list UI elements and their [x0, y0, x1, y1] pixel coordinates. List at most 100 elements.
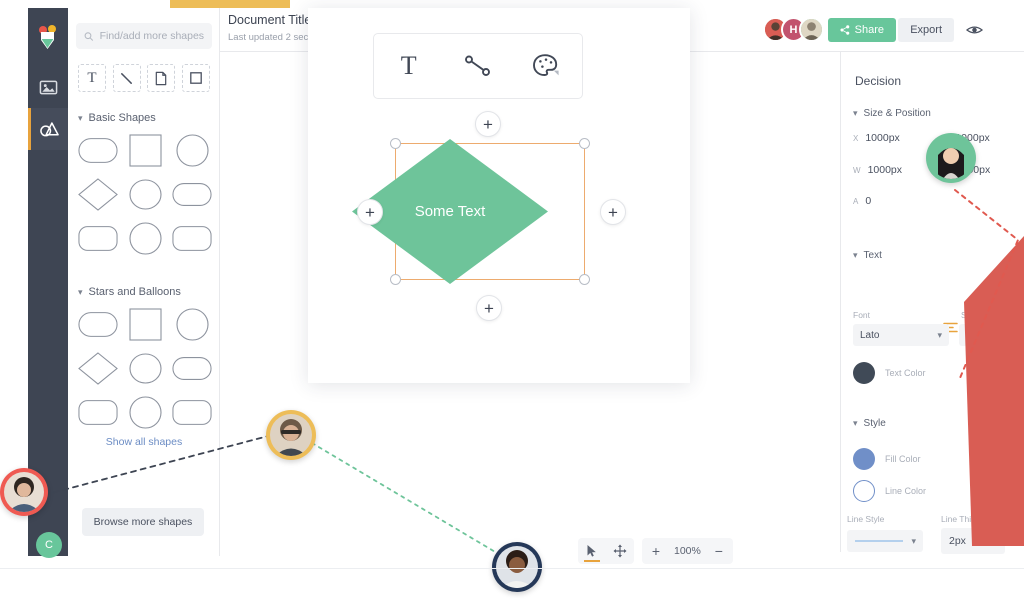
eye-icon — [965, 26, 983, 34]
page-title[interactable]: Document Title — [228, 13, 311, 27]
text-color-row[interactable]: Text Color — [853, 362, 926, 384]
search-icon — [84, 31, 94, 41]
add-shape-right[interactable]: + — [600, 199, 626, 225]
shape-diamond[interactable] — [78, 350, 118, 386]
select-tool[interactable] — [578, 538, 606, 564]
shape-rounded-rect[interactable] — [78, 394, 118, 430]
shape-rounded-rect[interactable] — [172, 394, 212, 430]
chevron-down-icon: ▾ — [853, 250, 858, 260]
line-color-swatch[interactable] — [853, 480, 875, 502]
quick-tool-text[interactable]: T — [78, 64, 106, 92]
sidebar-item-shapes[interactable] — [28, 108, 68, 150]
chevron-down-icon: ▾ — [78, 112, 83, 123]
field-x[interactable]: X 1000px — [853, 132, 900, 144]
font-label: Font — [853, 310, 871, 320]
shape-rounded-rect[interactable] — [172, 220, 212, 256]
resize-handle-br[interactable] — [579, 274, 590, 285]
line-style-select[interactable]: ▾ — [847, 530, 923, 552]
shape-circle[interactable] — [125, 394, 165, 430]
shape-diamond[interactable] — [78, 176, 118, 212]
app-logo[interactable] — [28, 18, 68, 58]
shape-circle[interactable] — [125, 220, 165, 256]
shape-rounded-rect[interactable] — [78, 220, 118, 256]
fill-color-swatch[interactable] — [853, 448, 875, 470]
avatar[interactable] — [799, 17, 824, 42]
shape-square[interactable] — [125, 306, 165, 342]
field-label: A — [853, 197, 859, 206]
avatar-photo-icon — [270, 414, 312, 456]
preview-button[interactable] — [962, 18, 986, 42]
add-shape-left[interactable]: + — [357, 199, 383, 225]
line-thickness-input[interactable]: 2px — [941, 528, 1005, 554]
section-header-size-position[interactable]: ▾ Size & Position — [853, 108, 931, 119]
tool-group — [578, 538, 634, 564]
avatar — [930, 137, 972, 179]
font-size-value: 12 — [966, 329, 978, 341]
field-w[interactable]: W 1000px — [853, 164, 902, 176]
shape-row — [78, 394, 212, 430]
quick-tool-line[interactable] — [112, 64, 141, 92]
add-shape-top[interactable]: + — [475, 111, 501, 137]
move-icon — [613, 544, 627, 558]
app-root: T ▾ Basic Shapes — [0, 0, 1024, 602]
share-icon — [840, 25, 849, 35]
user-badge[interactable]: C — [36, 532, 62, 558]
shape-row — [78, 350, 212, 386]
section-header-stars-balloons[interactable]: ▾ Stars and Balloons — [78, 286, 181, 298]
font-select[interactable]: Lato ▾ — [853, 324, 949, 346]
shape-row — [78, 176, 212, 212]
zoom-in-button[interactable]: + — [642, 538, 670, 564]
shape-circle[interactable] — [125, 350, 165, 386]
shape-rounded-rect[interactable] — [172, 350, 212, 386]
collab-cursor-navy[interactable] — [492, 542, 542, 592]
field-value: 0 — [865, 195, 872, 207]
quick-tool-note[interactable] — [147, 64, 176, 92]
shape-rounded-rect[interactable] — [78, 132, 118, 168]
shape-circle[interactable] — [172, 132, 212, 168]
shape-library-panel: T ▾ Basic Shapes — [68, 8, 220, 556]
font-size-select[interactable]: 12 ▾ — [959, 324, 1007, 346]
collab-cursor-yellow[interactable] — [266, 410, 316, 460]
resize-handle-tr[interactable] — [579, 138, 590, 149]
field-angle[interactable]: A 0 — [853, 195, 871, 207]
section-header-basic-shapes[interactable]: ▾ Basic Shapes — [78, 112, 156, 124]
properties-panel: Decision ▾ Size & Position X 1000px Y 10… — [840, 52, 1024, 554]
fill-color-row[interactable]: Fill Color — [853, 448, 921, 470]
show-all-shapes-link[interactable]: Show all shapes — [68, 436, 220, 448]
section-header-style[interactable]: ▾ Style — [853, 418, 886, 429]
toolbar-connector-tool[interactable] — [454, 42, 502, 90]
square-icon — [190, 72, 202, 84]
shape-rounded-rect[interactable] — [78, 306, 118, 342]
shapes-icon — [40, 121, 59, 136]
text-color-swatch[interactable] — [853, 362, 875, 384]
export-button[interactable]: Export — [898, 18, 954, 42]
shape-rounded-rect[interactable] — [172, 176, 212, 212]
line-style-label: Line Style — [847, 514, 885, 524]
pan-tool[interactable] — [606, 538, 634, 564]
shape-search-box[interactable] — [76, 23, 212, 49]
avatar — [270, 414, 312, 456]
add-shape-bottom[interactable]: + — [476, 295, 502, 321]
browse-more-shapes-button[interactable]: Browse more shapes — [82, 508, 204, 536]
toolbar-text-tool[interactable]: T — [385, 42, 433, 90]
collab-cursor-red[interactable] — [0, 468, 48, 516]
sidebar-item-images[interactable] — [28, 66, 68, 108]
search-input[interactable] — [99, 30, 204, 42]
shape-grid-stars — [78, 306, 212, 438]
section-title: Style — [863, 418, 886, 429]
toolbar-palette-tool[interactable] — [523, 42, 571, 90]
shape-circle[interactable] — [125, 176, 165, 212]
shape-circle[interactable] — [172, 306, 212, 342]
zoom-out-button[interactable]: − — [705, 538, 733, 564]
collab-cursor-teal[interactable] — [926, 133, 976, 183]
section-header-text[interactable]: ▾ Text — [853, 250, 882, 261]
share-button[interactable]: Share — [827, 18, 896, 42]
text-T-icon: T — [87, 69, 97, 86]
quick-tool-square[interactable] — [181, 64, 210, 92]
zoom-level[interactable]: 100% — [670, 545, 705, 557]
section-title: Basic Shapes — [88, 112, 156, 124]
chevron-down-icon: ▾ — [937, 329, 942, 340]
line-color-row[interactable]: Line Color — [853, 480, 926, 502]
cursor-icon — [587, 545, 596, 557]
shape-square[interactable] — [125, 132, 165, 168]
